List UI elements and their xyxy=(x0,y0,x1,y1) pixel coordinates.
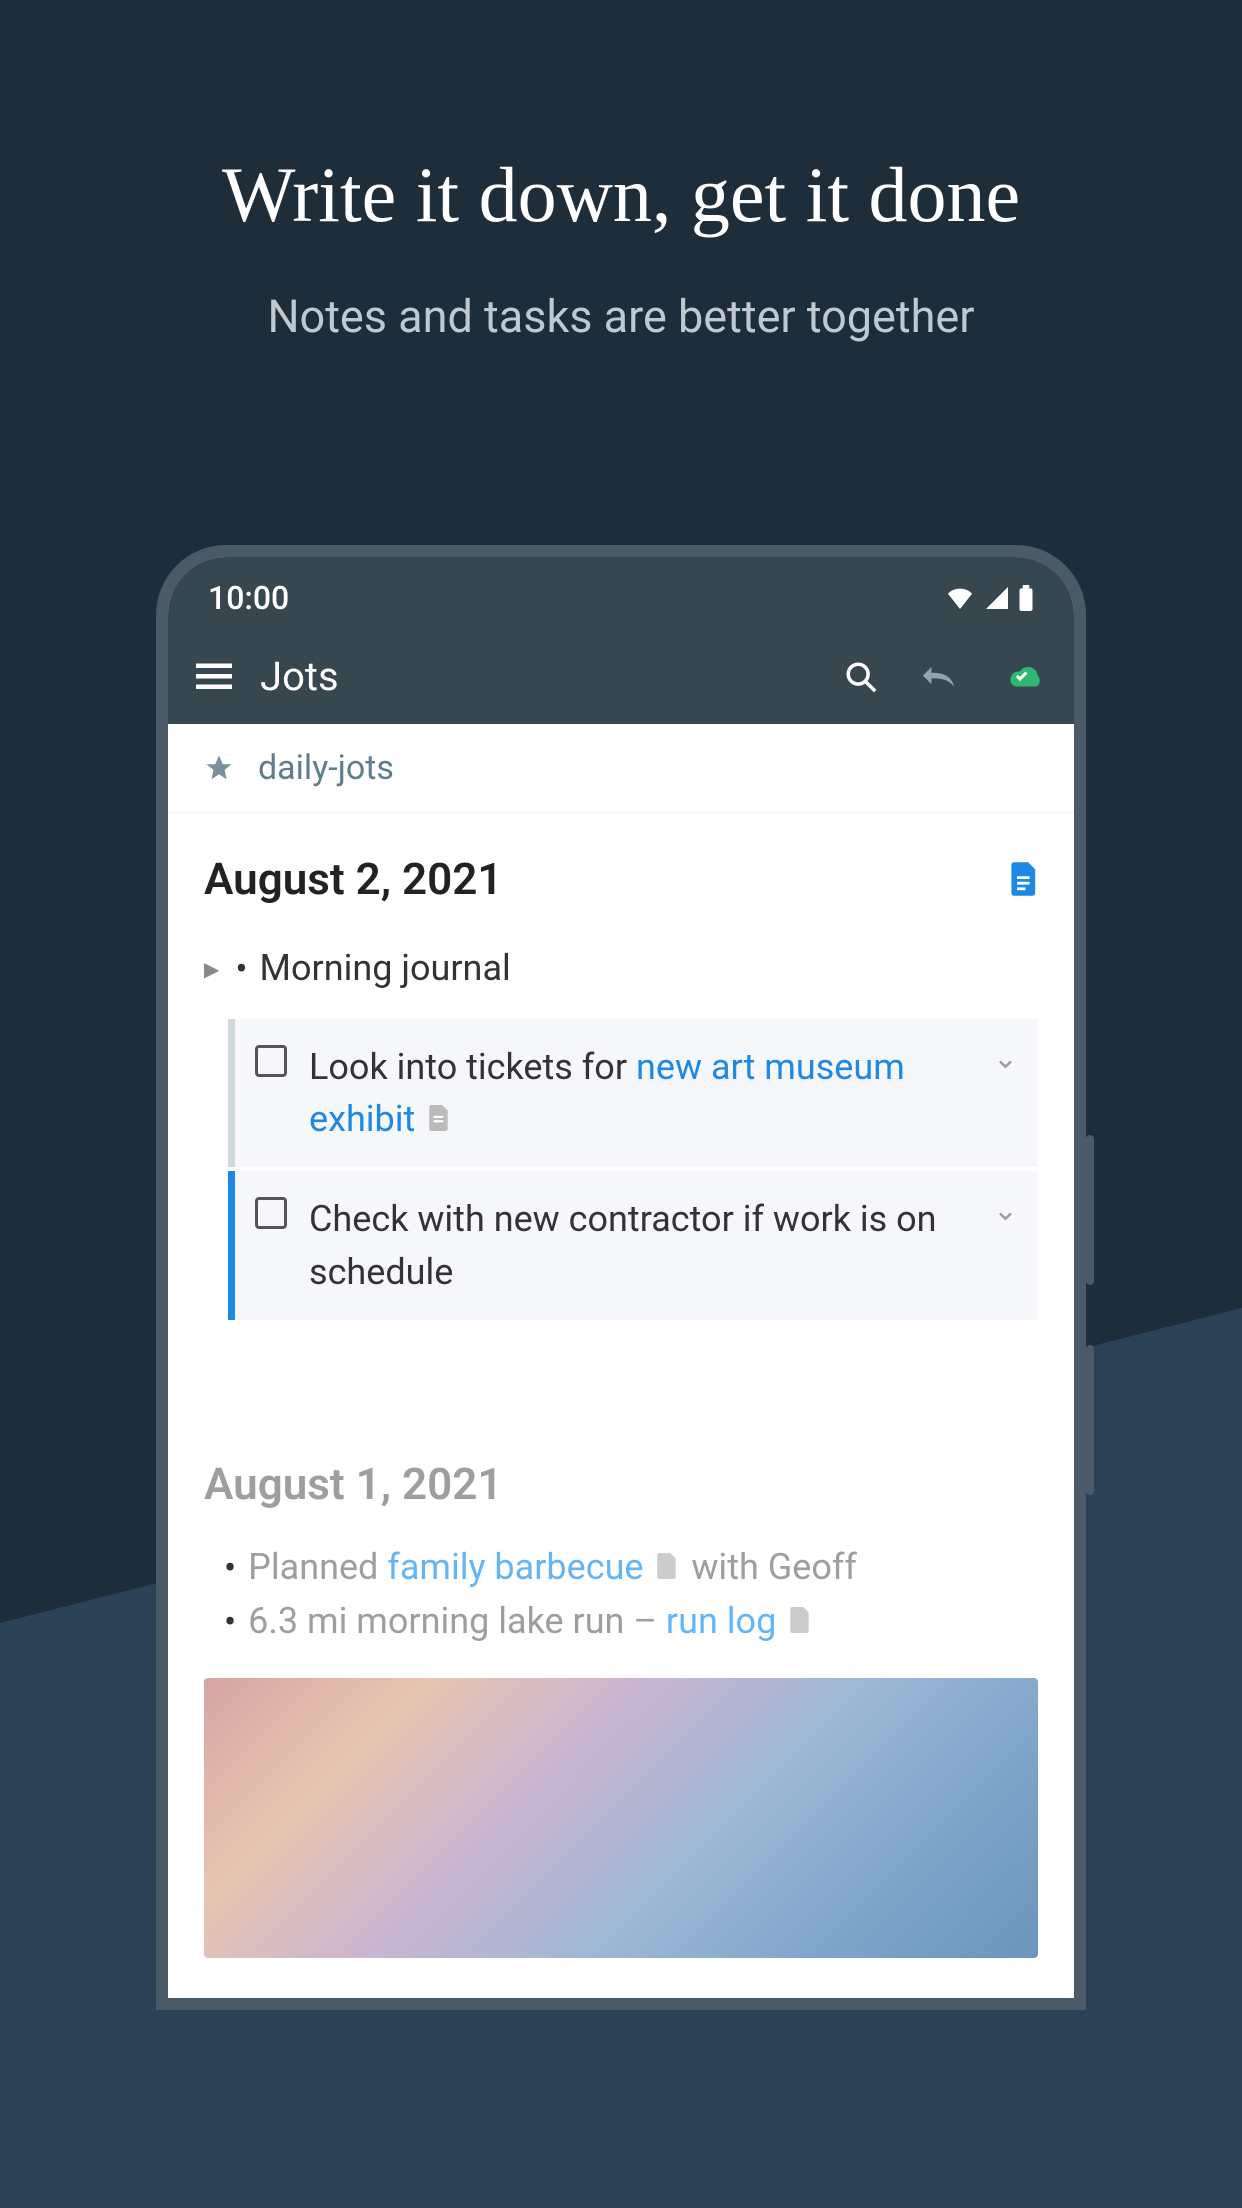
breadcrumb[interactable]: daily-jots xyxy=(168,724,1074,813)
document-inline-icon xyxy=(656,1553,678,1579)
link[interactable]: run log xyxy=(666,1600,776,1642)
chevron-down-icon[interactable]: ⌄ xyxy=(993,1193,1018,1228)
task-text: Check with new contractor if work is on … xyxy=(309,1193,971,1297)
battery-icon xyxy=(1018,585,1034,611)
chevron-down-icon[interactable]: ⌄ xyxy=(993,1041,1018,1076)
cloud-sync-icon[interactable] xyxy=(1002,662,1046,692)
status-time: 10:00 xyxy=(208,579,289,617)
journal-label: Morning journal xyxy=(260,947,511,989)
undo-icon[interactable] xyxy=(920,664,960,690)
document-icon[interactable] xyxy=(1010,862,1038,896)
document-inline-icon xyxy=(428,1105,450,1131)
app-bar: Jots xyxy=(168,635,1074,724)
list-item[interactable]: • 6.3 mi morning lake run – run log xyxy=(204,1594,1038,1648)
section-date-current: August 2, 2021 xyxy=(204,813,1038,935)
star-icon xyxy=(204,753,234,783)
expand-caret-icon[interactable]: ▶ xyxy=(204,957,219,981)
task-item[interactable]: Look into tickets for new art museum exh… xyxy=(228,1019,1038,1167)
promo-subhead: Notes and tasks are better together xyxy=(0,290,1242,343)
link[interactable]: family barbecue xyxy=(387,1546,643,1588)
menu-icon[interactable] xyxy=(196,663,232,691)
journal-entry[interactable]: ▶ • Morning journal xyxy=(204,935,1038,1001)
breadcrumb-label: daily-jots xyxy=(258,748,394,788)
app-title: Jots xyxy=(260,653,816,700)
wifi-icon xyxy=(946,587,974,609)
phone-mockup: 10:00 Jots daily-jots xyxy=(156,545,1086,2010)
promo-headline: Write it down, get it done xyxy=(0,0,1242,240)
search-icon[interactable] xyxy=(844,660,878,694)
section-date-past: August 1, 2021 xyxy=(204,1418,1038,1540)
content-area: August 2, 2021 ▶ • Morning journal Look … xyxy=(168,813,1074,1998)
photo-attachment[interactable] xyxy=(204,1678,1038,1958)
signal-icon xyxy=(984,587,1008,609)
checkbox[interactable] xyxy=(255,1045,287,1077)
task-text: Look into tickets for new art museum exh… xyxy=(309,1041,971,1145)
list-item[interactable]: • Planned family barbecue with Geoff xyxy=(204,1540,1038,1594)
checkbox[interactable] xyxy=(255,1197,287,1229)
document-inline-icon xyxy=(789,1607,811,1633)
task-item[interactable]: Check with new contractor if work is on … xyxy=(228,1171,1038,1319)
status-bar: 10:00 xyxy=(168,557,1074,635)
